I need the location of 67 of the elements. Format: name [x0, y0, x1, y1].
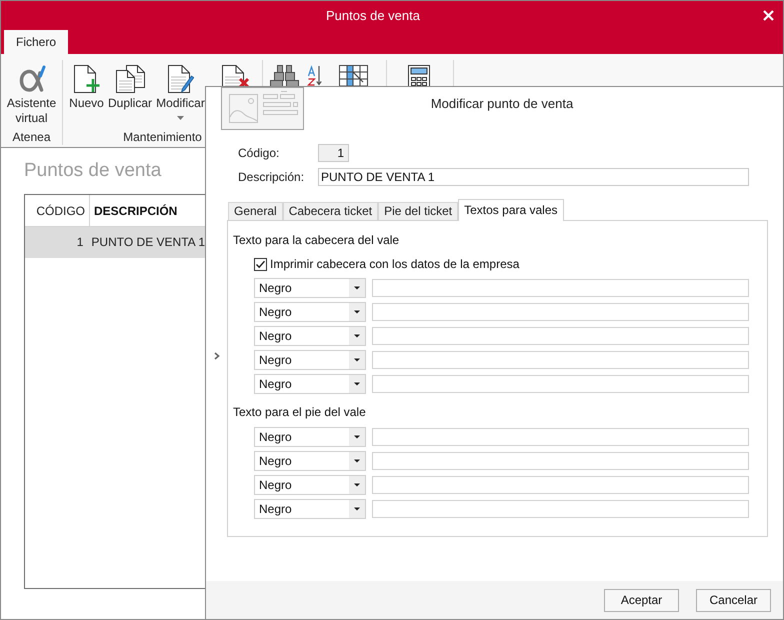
table-row[interactable]: 1 PUNTO DE VENTA 1: [25, 227, 205, 258]
ribbon-button[interactable]: Modificar: [156, 65, 205, 120]
copy-documents-icon: [116, 65, 144, 93]
alpha-logo-icon: [18, 65, 46, 93]
close-icon[interactable]: [762, 10, 774, 21]
column-header[interactable]: DESCRIPCIÓN: [90, 195, 205, 226]
dialog-button[interactable]: Aceptar: [604, 589, 679, 612]
caret-icon: [349, 351, 365, 369]
ribbon-button[interactable]: Duplicar: [106, 65, 154, 111]
color-select[interactable]: Negro: [254, 278, 366, 298]
text-line-field[interactable]: [372, 476, 749, 494]
caret-icon: [349, 476, 365, 494]
caret-icon: [349, 303, 365, 321]
tab[interactable]: Cabecera ticket: [282, 202, 378, 220]
color-select[interactable]: Negro: [254, 499, 366, 519]
caret-icon: [349, 452, 365, 470]
color-select[interactable]: Negro: [254, 302, 366, 322]
text-line-field[interactable]: [372, 279, 749, 297]
caret-icon: [349, 279, 365, 297]
text-line-field[interactable]: [372, 428, 749, 446]
tab[interactable]: General: [228, 202, 283, 220]
group-label: Mantenimiento: [123, 130, 202, 145]
text-line-field[interactable]: [372, 303, 749, 321]
caret-icon: [349, 375, 365, 393]
window-title: Puntos de venta: [326, 8, 420, 24]
chevron-right-icon[interactable]: [214, 352, 220, 360]
code-field[interactable]: 1: [318, 144, 349, 162]
text-line-field[interactable]: [372, 375, 749, 393]
checkbox-label: Imprimir cabecera con los datos de la empresa: [270, 256, 520, 272]
ribbon-button[interactable]: Nuevo: [68, 65, 105, 111]
field-label: Código:: [238, 146, 280, 160]
document-cross-icon[interactable]: [221, 65, 250, 86]
field-label: Descripción:: [238, 170, 304, 184]
color-select[interactable]: Negro: [254, 475, 366, 495]
checkbox[interactable]: [254, 258, 267, 270]
dialog-button[interactable]: Cancelar: [696, 589, 771, 612]
text-line-field[interactable]: [372, 500, 749, 518]
table-column-icon[interactable]: [339, 65, 368, 86]
tab[interactable]: Pie del ticket: [378, 202, 458, 220]
text-line-field[interactable]: [372, 327, 749, 345]
column-header[interactable]: CÓDIGO: [25, 195, 90, 226]
ribbon-tab[interactable]: Fichero: [4, 30, 68, 54]
sort-icon[interactable]: [307, 65, 323, 86]
description-field[interactable]: PUNTO DE VENTA 1: [318, 168, 749, 186]
color-select[interactable]: Negro: [254, 350, 366, 370]
section-heading: Texto para el pie del vale: [233, 404, 366, 420]
caret-icon: [349, 500, 365, 518]
document-pencil-icon: [167, 65, 194, 93]
text-line-field[interactable]: [372, 351, 749, 369]
color-select[interactable]: Negro: [254, 451, 366, 471]
color-select[interactable]: Negro: [254, 427, 366, 447]
ribbon-button[interactable]: Asistente virtual: [1, 65, 62, 126]
color-select[interactable]: Negro: [254, 326, 366, 346]
binoculars-icon[interactable]: [269, 65, 300, 86]
color-select[interactable]: Negro: [254, 374, 366, 394]
text-line-field[interactable]: [372, 452, 749, 470]
group-label: Atenea: [12, 130, 51, 145]
section-heading: Texto para la cabecera del vale: [233, 232, 400, 248]
tab[interactable]: Textos para vales: [458, 199, 564, 221]
caret-icon: [349, 428, 365, 446]
table-cell: 1: [76, 235, 84, 250]
new-document-icon: [73, 65, 100, 93]
page-heading: Puntos de venta: [24, 160, 162, 182]
caret-icon: [349, 327, 365, 345]
calculator-icon[interactable]: [408, 65, 430, 86]
dialog-title: Modificar punto de venta: [430, 96, 574, 112]
table-cell: PUNTO DE VENTA 1: [91, 235, 205, 250]
